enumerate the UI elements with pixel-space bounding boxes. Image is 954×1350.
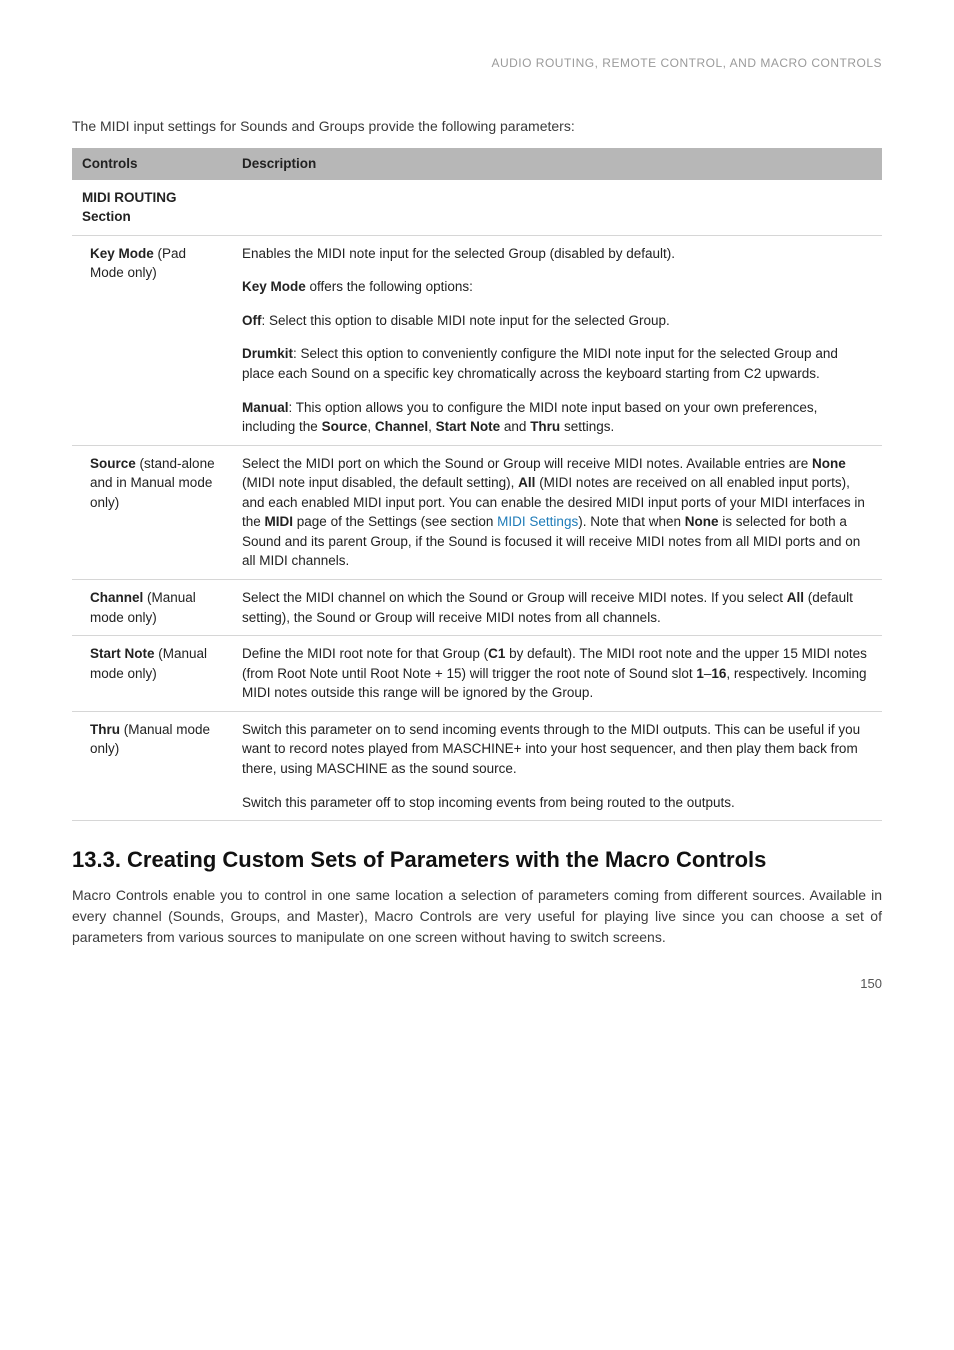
src-p: Select the MIDI port on which the Sound … <box>242 454 872 571</box>
ctrl-name: Start Note <box>90 646 155 661</box>
km-p5-b1: Source <box>322 419 368 434</box>
sn-t1: Define the MIDI root note for that Group… <box>242 646 488 661</box>
km-p5-s2: , <box>428 419 436 434</box>
sn-b1: C1 <box>488 646 505 661</box>
ctrl-name: Channel <box>90 590 143 605</box>
th-controls: Controls <box>72 148 232 180</box>
km-p5-b4: Thru <box>530 419 560 434</box>
desc-keymode: Enables the MIDI note input for the sele… <box>232 235 882 445</box>
ctrl-name: Thru <box>90 722 120 737</box>
km-p5-b0: Manual <box>242 400 289 415</box>
ch-t1: Select the MIDI channel on which the Sou… <box>242 590 787 605</box>
src-link[interactable]: MIDI Settings <box>497 514 578 529</box>
desc-startnote: Define the MIDI root note for that Group… <box>232 636 882 712</box>
km-p2-t: offers the following options: <box>306 279 473 294</box>
table-section-row: MIDI ROUTING Section <box>72 180 882 236</box>
km-p5-s3: and <box>500 419 530 434</box>
parameters-table: Controls Description MIDI ROUTING Sectio… <box>72 148 882 821</box>
sn-b3: 16 <box>711 666 726 681</box>
km-p5: Manual: This option allows you to config… <box>242 398 872 437</box>
sn-b2: 1 <box>696 666 704 681</box>
section-desc-empty <box>232 180 882 236</box>
src-b1: None <box>812 456 846 471</box>
km-p1: Enables the MIDI note input for the sele… <box>242 244 872 264</box>
km-p4-t: : Select this option to conveniently con… <box>242 346 838 381</box>
km-p2-b: Key Mode <box>242 279 306 294</box>
km-p2: Key Mode offers the following options: <box>242 277 872 297</box>
desc-channel: Select the MIDI channel on which the Sou… <box>232 580 882 636</box>
page-number: 150 <box>72 976 882 991</box>
ch-b1: All <box>787 590 804 605</box>
km-p5-end: settings. <box>560 419 614 434</box>
ctrl-source: Source (stand-alone and in Manual mode o… <box>72 445 232 579</box>
src-t2: (MIDI note input disabled, the default s… <box>242 475 518 490</box>
km-p5-s1: , <box>367 419 375 434</box>
desc-source: Select the MIDI port on which the Sound … <box>232 445 882 579</box>
km-p4-b: Drumkit <box>242 346 293 361</box>
table-row: Key Mode (Pad Mode only) Enables the MID… <box>72 235 882 445</box>
desc-thru: Switch this parameter on to send incomin… <box>232 711 882 820</box>
km-p3: Off: Select this option to disable MIDI … <box>242 311 872 331</box>
table-row: Source (stand-alone and in Manual mode o… <box>72 445 882 579</box>
running-header: AUDIO ROUTING, REMOTE CONTROL, AND MACRO… <box>72 56 882 70</box>
ctrl-thru: Thru (Manual mode only) <box>72 711 232 820</box>
km-p4: Drumkit: Select this option to convenien… <box>242 344 872 383</box>
section-heading: 13.3. Creating Custom Sets of Parameters… <box>72 847 882 873</box>
src-b4: None <box>685 514 719 529</box>
src-t1: Select the MIDI port on which the Sound … <box>242 456 812 471</box>
ctrl-startnote: Start Note (Manual mode only) <box>72 636 232 712</box>
ctrl-name: Source <box>90 456 136 471</box>
sn-p: Define the MIDI root note for that Group… <box>242 644 872 703</box>
ch-p: Select the MIDI channel on which the Sou… <box>242 588 872 627</box>
src-b3: MIDI <box>265 514 294 529</box>
table-row: Start Note (Manual mode only) Define the… <box>72 636 882 712</box>
table-row: Channel (Manual mode only) Select the MI… <box>72 580 882 636</box>
section-label: MIDI ROUTING Section <box>72 180 232 236</box>
intro-paragraph: The MIDI input settings for Sounds and G… <box>72 118 882 134</box>
table-row: Thru (Manual mode only) Switch this para… <box>72 711 882 820</box>
km-p3-b: Off <box>242 313 262 328</box>
km-p5-b2: Channel <box>375 419 428 434</box>
ctrl-channel: Channel (Manual mode only) <box>72 580 232 636</box>
src-t5: ). Note that when <box>578 514 685 529</box>
th-description: Description <box>232 148 882 180</box>
km-p3-t: : Select this option to disable MIDI not… <box>262 313 670 328</box>
ctrl-name: Key Mode <box>90 246 154 261</box>
ctrl-keymode: Key Mode (Pad Mode only) <box>72 235 232 445</box>
section-body: Macro Controls enable you to control in … <box>72 885 882 948</box>
thru-p2: Switch this parameter off to stop incomi… <box>242 793 872 813</box>
src-t4: page of the Settings (see section <box>293 514 497 529</box>
thru-p1: Switch this parameter on to send incomin… <box>242 720 872 779</box>
km-p5-b3: Start Note <box>436 419 501 434</box>
src-b2: All <box>518 475 535 490</box>
